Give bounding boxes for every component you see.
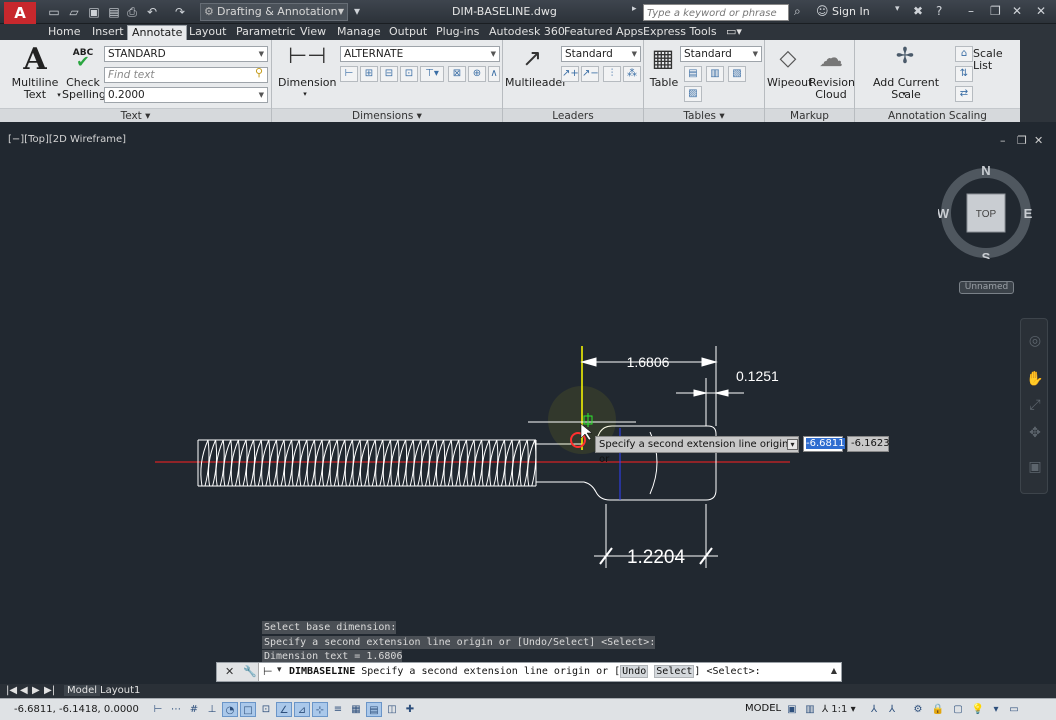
next-tab-icon[interactable]: ▶ (32, 685, 40, 696)
ucs-menu[interactable]: Unnamed (959, 281, 1014, 294)
recent-commands-icon[interactable]: ▾ (277, 665, 282, 675)
transparency-icon[interactable]: ▦ (348, 702, 364, 717)
annotation-monitor-icon[interactable]: ✚ (402, 702, 418, 717)
lineweight-icon[interactable]: ≡ (330, 702, 346, 717)
quick-view-layouts-icon[interactable]: ▣ (784, 702, 800, 717)
viewcube-north[interactable]: N (981, 163, 990, 178)
viewcube-south[interactable]: S (982, 250, 991, 259)
annotation-scale-select[interactable]: ⅄ 1:1 ▾ (822, 702, 862, 717)
navigation-bar: ◎ ✋ ⤢ ✥ ▣ (1020, 318, 1048, 494)
quick-view-drawings-icon[interactable]: ▥ (802, 702, 818, 717)
command-line[interactable]: ✕ 🔧 ⊢ ▾ DIMBASELINE Specify a second ext… (216, 662, 842, 682)
command-line-controls: ✕ 🔧 (217, 663, 259, 681)
tab-layout1[interactable]: Layout1 (100, 685, 140, 696)
threaded-shaft (197, 439, 537, 487)
steering-wheel-icon[interactable]: ◎ (1021, 333, 1049, 349)
hardware-acceleration-icon[interactable]: ▢ (950, 702, 966, 717)
command-icon: ⊢ (263, 665, 273, 678)
status-bar: -6.6811, -6.1418, 0.0000 ⊢ ⋯ # ⊥ ◔ □ ⊡ ∠… (0, 698, 1056, 720)
dynamic-input-options-icon[interactable]: ▾ (787, 439, 798, 450)
infer-constraints-icon[interactable]: ⊢ (150, 702, 166, 717)
viewcube-west[interactable]: W (938, 206, 950, 221)
zoom-extents-icon[interactable]: ⤢ (1021, 397, 1049, 413)
command-history: Select base dimension: Specify a second … (262, 620, 656, 664)
object-snap-icon[interactable]: □ (240, 702, 256, 717)
customize-icon[interactable]: 🔧 (243, 665, 257, 678)
prev-tab-icon[interactable]: ◀ (20, 685, 28, 696)
status-bar-menu-icon[interactable]: ▾ (988, 702, 1004, 717)
command-prompt-end: ] <Select>: (694, 666, 761, 677)
workspace-switching-icon[interactable]: ⚙ (910, 702, 926, 717)
command-name: DIMBASELINE (289, 666, 356, 677)
history-line: Specify a second extension line origin o… (262, 635, 656, 649)
command-prompt-text: Specify a second extension line origin o… (361, 666, 621, 677)
clean-screen-icon[interactable]: ▭ (1006, 702, 1022, 717)
model-space-button[interactable]: MODEL (745, 703, 781, 714)
dimension-text-small: 0.1251 (736, 368, 779, 384)
selection-cycling-icon[interactable]: ◫ (384, 702, 400, 717)
first-tab-icon[interactable]: |◀ (6, 685, 17, 696)
snap-mode-icon[interactable]: ⋯ (168, 702, 184, 717)
pan-icon[interactable]: ✋ (1021, 371, 1049, 387)
toolbar-lock-icon[interactable]: 🔒 (930, 702, 946, 717)
history-line: Select base dimension: (262, 621, 397, 634)
last-tab-icon[interactable]: ▶| (44, 685, 55, 696)
viewcube[interactable]: TOP N S E W (938, 163, 1034, 259)
auto-scale-icon[interactable]: ⅄ (884, 702, 900, 717)
tab-model[interactable]: Model (64, 685, 101, 696)
orbit-icon[interactable]: ✥ (1021, 425, 1049, 441)
close-command-line-icon[interactable]: ✕ (225, 665, 234, 678)
dynamic-input-prompt: Specify a second extension line origin o… (595, 436, 799, 465)
dynamic-input-x-field[interactable]: -6.6811 (803, 436, 845, 452)
object-snap-tracking-icon[interactable]: ∠ (276, 702, 292, 717)
polar-tracking-icon[interactable]: ◔ (222, 702, 238, 717)
3d-osnap-icon[interactable]: ⊡ (258, 702, 274, 717)
option-select[interactable]: Select (654, 665, 695, 678)
dynamic-input-y-field[interactable]: -6.1623 (847, 436, 890, 452)
dimension-text-bottom: 1.2204 (627, 547, 686, 568)
isolate-objects-icon[interactable]: 💡 (970, 702, 986, 717)
showmotion-icon[interactable]: ▣ (1021, 459, 1049, 475)
dynamic-input-icon[interactable]: ⊹ (312, 702, 328, 717)
dimension-small (676, 378, 744, 426)
layout-tab-bar: |◀ ◀ ▶ ▶| Model Layout1 (0, 684, 1056, 698)
ortho-mode-icon[interactable]: ⊥ (204, 702, 220, 717)
cursor-coordinates[interactable]: -6.6811, -6.1418, 0.0000 (14, 704, 139, 715)
command-history-toggle-icon[interactable]: ▲ (831, 666, 837, 675)
viewcube-east[interactable]: E (1024, 206, 1033, 221)
annotation-visibility-icon[interactable]: ⅄ (866, 702, 882, 717)
dimension-text-top: 1.6806 (627, 354, 670, 370)
option-undo[interactable]: Undo (620, 665, 649, 678)
drawing-canvas[interactable]: 1.6806 0.1251 1.2204 (0, 0, 1056, 720)
command-prompt: DIMBASELINE Specify a second extension l… (289, 665, 761, 678)
quick-properties-icon[interactable]: ▤ (366, 702, 382, 717)
allow-disallow-ucs-icon[interactable]: ⊿ (294, 702, 310, 717)
grid-display-icon[interactable]: # (186, 702, 202, 717)
viewcube-top-face[interactable]: TOP (976, 209, 997, 220)
